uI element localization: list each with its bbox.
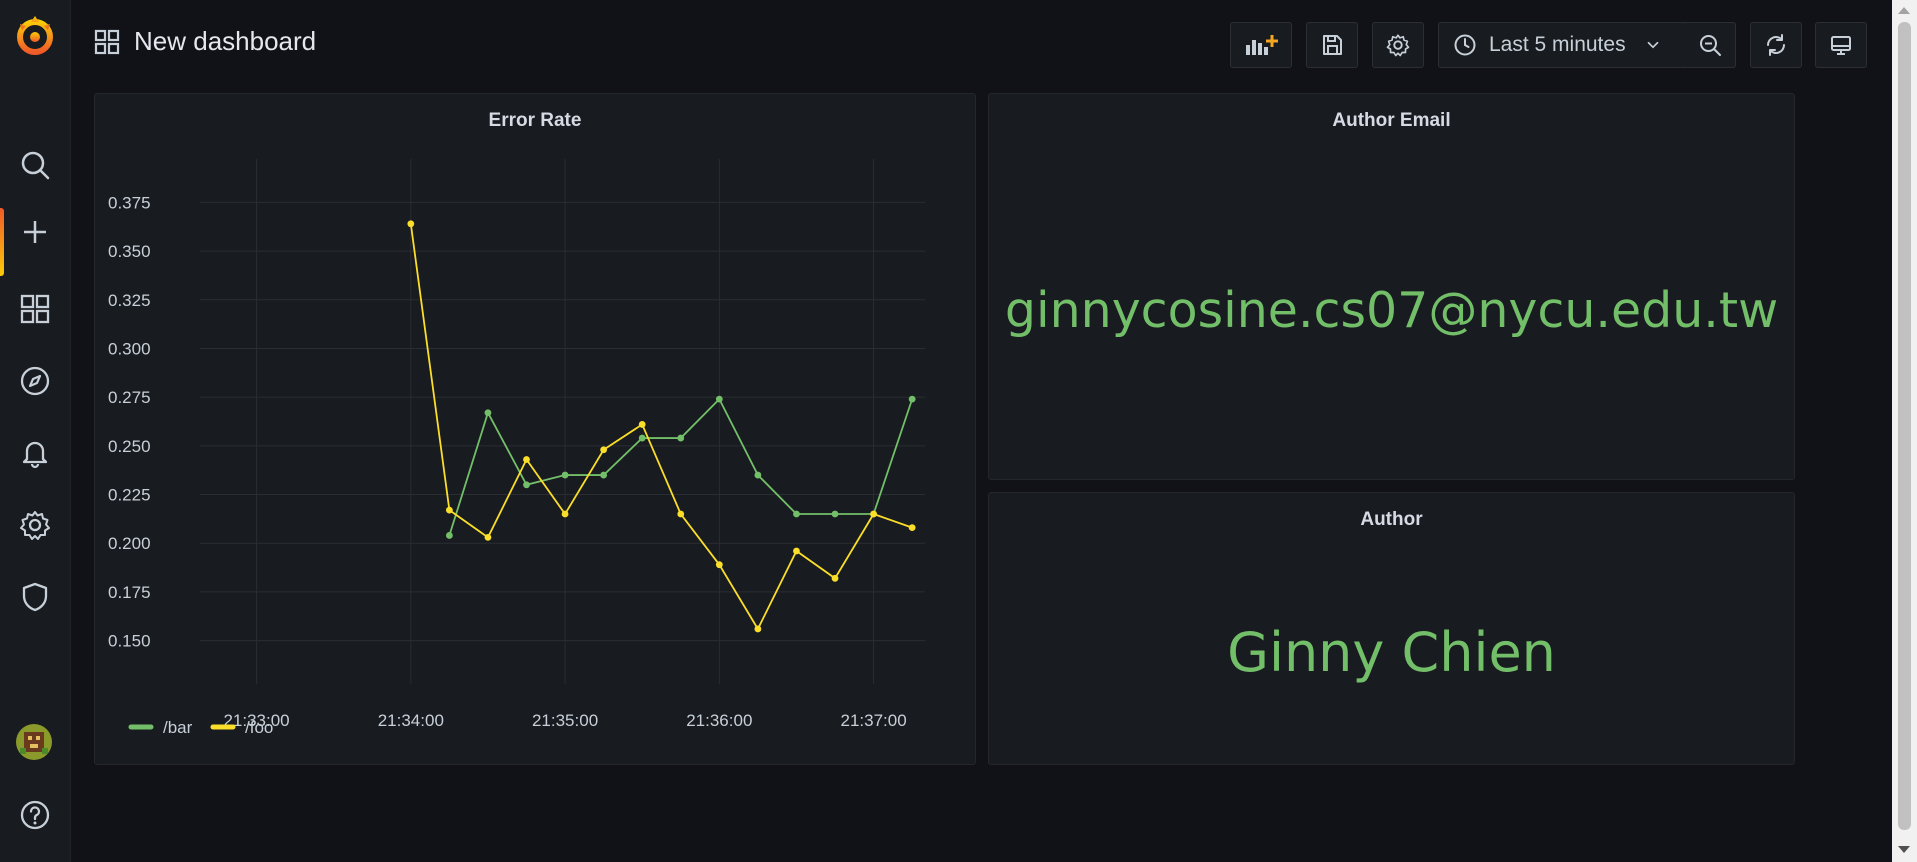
y-tick-label: 0.325 xyxy=(108,291,151,310)
save-dashboard-button[interactable] xyxy=(1306,22,1358,68)
stat-value-author: Ginny Chien xyxy=(1227,621,1556,684)
data-point xyxy=(445,506,453,514)
scrollbar[interactable] xyxy=(1892,0,1917,862)
data-point xyxy=(484,533,492,541)
data-point xyxy=(445,532,453,539)
x-tick-label: 21:35:00 xyxy=(532,711,598,730)
y-tick-label: 0.375 xyxy=(108,193,151,212)
legend-label[interactable]: /bar xyxy=(163,718,193,737)
data-point xyxy=(831,574,839,582)
x-tick-label: 21:36:00 xyxy=(686,711,752,730)
panel-title[interactable]: Author xyxy=(989,509,1794,531)
search-icon[interactable] xyxy=(0,135,70,195)
clock-icon xyxy=(1454,34,1476,56)
data-point xyxy=(715,561,723,569)
zoom-out-icon xyxy=(1699,35,1721,56)
scroll-up-arrow[interactable] xyxy=(1898,7,1910,14)
shield-icon[interactable] xyxy=(0,567,70,627)
data-point xyxy=(754,625,762,633)
y-tick-label: 0.300 xyxy=(108,339,151,358)
y-tick-label: 0.150 xyxy=(108,632,151,651)
stat-value-email: ginnycosine.cs07@nycu.edu.tw xyxy=(1004,282,1779,339)
data-point xyxy=(407,220,415,228)
data-point xyxy=(793,510,800,518)
y-tick-label: 0.200 xyxy=(108,534,151,553)
data-point xyxy=(561,471,569,479)
y-tick-label: 0.350 xyxy=(108,242,151,261)
dashboards-grid-icon xyxy=(94,29,120,54)
tv-mode-icon xyxy=(1831,36,1851,55)
data-point xyxy=(677,434,685,442)
author-panel[interactable]: Author Ginny Chien xyxy=(988,492,1795,765)
page-title[interactable]: New dashboard xyxy=(94,26,316,57)
data-point xyxy=(870,510,877,518)
data-point xyxy=(715,395,723,403)
data-point xyxy=(523,481,530,489)
save-icon xyxy=(1323,35,1342,55)
data-point xyxy=(638,421,646,428)
data-point xyxy=(561,510,569,518)
scrollbar-thumb[interactable] xyxy=(1898,22,1911,830)
data-point xyxy=(793,547,800,555)
data-point xyxy=(600,471,608,479)
data-point xyxy=(677,510,685,518)
y-tick-label: 0.225 xyxy=(108,486,151,505)
help-icon[interactable] xyxy=(0,785,70,845)
x-tick-label: 21:37:00 xyxy=(840,711,906,730)
avatar[interactable] xyxy=(16,724,52,760)
dashboards-grid-icon[interactable] xyxy=(0,279,70,339)
add-panel-icon xyxy=(1246,35,1278,55)
data-point xyxy=(638,434,646,442)
time-range-picker[interactable]: Last 5 minutes xyxy=(1438,22,1688,68)
side-menu xyxy=(0,0,71,862)
data-point xyxy=(908,524,916,532)
plus-icon[interactable] xyxy=(0,202,70,276)
bell-icon[interactable] xyxy=(0,423,70,483)
series-line xyxy=(409,223,913,631)
dashboard-title-label: New dashboard xyxy=(134,26,317,56)
refresh-icon xyxy=(1767,34,1785,56)
compass-icon[interactable] xyxy=(0,351,70,411)
legend-label[interactable]: /foo xyxy=(245,718,273,737)
dashboard-settings-button[interactable] xyxy=(1372,22,1424,68)
error-rate-chart: 0.150 0.175 0.200 0.225 0.250 0.275 0.300 0.325… xyxy=(108,159,925,737)
grafana-logo-icon[interactable] xyxy=(12,12,58,58)
gear-icon xyxy=(1386,34,1410,57)
y-tick-label: 0.250 xyxy=(108,437,151,456)
data-point xyxy=(831,510,839,518)
y-tick-label: 0.275 xyxy=(108,388,151,407)
scroll-down-arrow[interactable] xyxy=(1898,846,1910,853)
dashboard-navbar: New dashboard Last 5 minutes xyxy=(70,0,1892,88)
x-tick-label: 21:34:00 xyxy=(378,711,444,730)
refresh-button[interactable] xyxy=(1750,22,1802,68)
chevron-down-icon xyxy=(1647,41,1658,49)
data-point xyxy=(754,471,762,479)
panel-title[interactable]: Author Email xyxy=(989,110,1794,132)
author-email-panel[interactable]: Author Email ginnycosine.cs07@nycu.edu.t… xyxy=(988,93,1795,480)
data-point xyxy=(484,409,492,417)
y-tick-label: 0.175 xyxy=(108,583,151,602)
tv-mode-button[interactable] xyxy=(1815,22,1867,68)
time-range-label: Last 5 minutes xyxy=(1489,33,1626,56)
error-rate-panel[interactable]: Error Rate 0.150 0.175 0.200 0.225 0.250 0.27… xyxy=(94,93,976,765)
gear-icon[interactable] xyxy=(0,495,70,555)
data-point xyxy=(523,456,530,463)
data-point xyxy=(908,395,916,403)
data-point xyxy=(600,446,608,454)
zoom-out-button[interactable] xyxy=(1684,22,1736,68)
add-panel-button[interactable] xyxy=(1230,22,1292,68)
